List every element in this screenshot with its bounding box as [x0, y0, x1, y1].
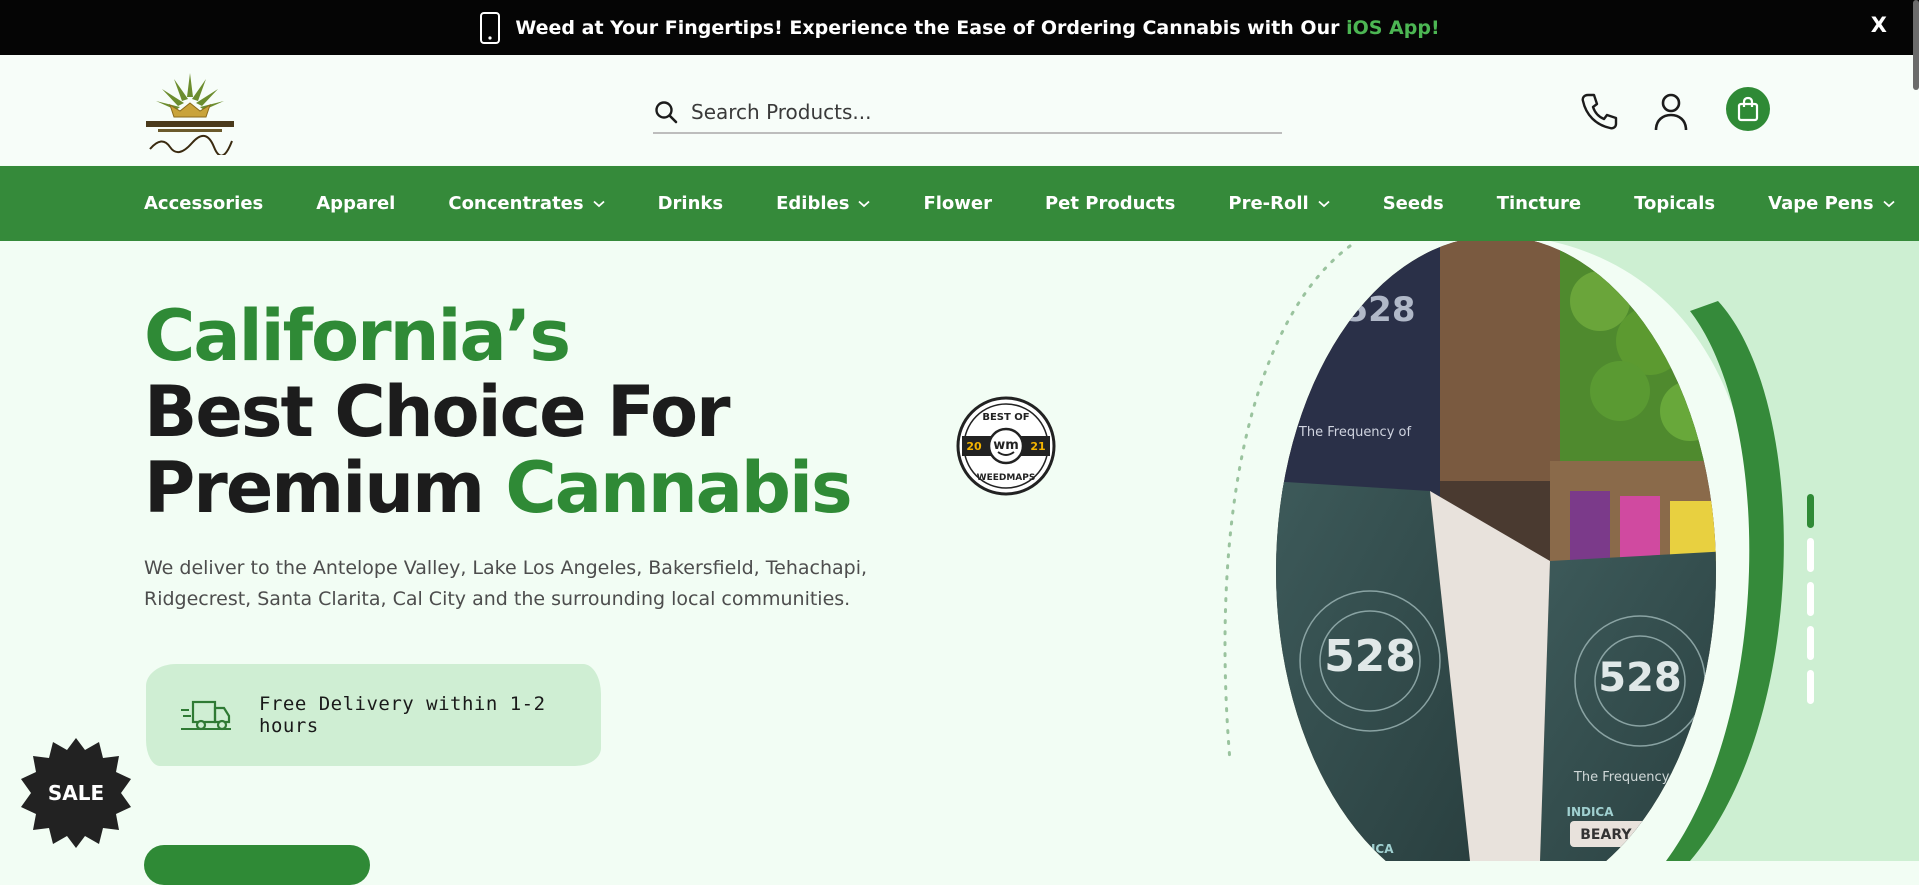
nav-item-label: Seeds: [1382, 193, 1444, 214]
hero-title-cannabis: Cannabis: [505, 447, 852, 529]
svg-text:INDICA: INDICA: [1566, 805, 1614, 819]
nav-item-tincture[interactable]: Tincture: [1497, 193, 1581, 214]
site-header: [0, 55, 1919, 165]
nav-item-label: Pet Products: [1044, 193, 1176, 214]
sale-starburst-icon[interactable]: [19, 736, 133, 850]
nav-item-drinks[interactable]: Drinks: [658, 193, 724, 214]
nav-item-concentrates[interactable]: Concentrates: [448, 193, 605, 214]
nav-item-flower[interactable]: Flower: [923, 193, 992, 214]
best-of-weedmaps-badge: BEST OF WEEDMAPS 20 21 wm: [956, 396, 1056, 496]
hero-title-line2: Best Choice For: [144, 371, 731, 453]
slide-dot-3[interactable]: [1807, 582, 1814, 616]
free-delivery-banner: Free Delivery within 1-2 hours: [146, 664, 601, 766]
nav-item-accessories[interactable]: Accessories: [144, 193, 263, 214]
announcement-text: Weed at Your Fingertips! Experience the …: [515, 16, 1340, 39]
nav-item-label: Accessories: [144, 193, 264, 214]
close-announcement-button[interactable]: X: [1865, 12, 1893, 38]
account-icon[interactable]: [1650, 90, 1692, 132]
hero-title: California’s Best Choice For Premium Can…: [144, 295, 853, 529]
chevron-down-icon: [858, 200, 871, 207]
svg-text:INDICA: INDICA: [1346, 842, 1394, 856]
nav-item-label: Concentrates: [448, 193, 584, 214]
nav-list: Accessories Apparel Concentrates Drinks Edib…: [144, 166, 1895, 241]
slide-dot-1[interactable]: [1807, 494, 1814, 528]
nav-item-pre-roll[interactable]: Pre-Roll: [1228, 193, 1330, 214]
slide-dot-2[interactable]: [1807, 538, 1814, 572]
search-icon[interactable]: [653, 99, 679, 125]
nav-item-label: Vape Pens: [1768, 193, 1874, 214]
svg-text:wm: wm: [993, 438, 1019, 453]
hero-title-line1: California’s: [144, 295, 571, 377]
shopping-bag-icon: [1737, 96, 1759, 122]
slide-dot-5[interactable]: [1807, 670, 1814, 704]
cart-button[interactable]: [1726, 87, 1770, 131]
royal-apothecary-logo[interactable]: [144, 69, 236, 157]
svg-text:21: 21: [1030, 440, 1045, 453]
nav-item-label: Topicals: [1634, 193, 1716, 214]
svg-text:528: 528: [1345, 290, 1416, 330]
search-input[interactable]: [689, 99, 1282, 125]
svg-text:The Frequency of: The Frequency of: [1298, 425, 1412, 440]
slide-dot-4[interactable]: [1807, 626, 1814, 660]
page-scrollbar[interactable]: [1913, 0, 1919, 90]
delivery-truck-icon: [181, 698, 231, 732]
svg-text:BEST OF: BEST OF: [982, 412, 1029, 423]
nav-item-label: Apparel: [316, 193, 396, 214]
nav-item-label: Flower: [923, 193, 992, 214]
main-nav: Accessories Apparel Concentrates Drinks Edib…: [0, 166, 1919, 241]
nav-item-label: Pre-Roll: [1228, 193, 1309, 214]
svg-text:20: 20: [966, 440, 982, 453]
phone-icon[interactable]: [1578, 90, 1620, 132]
slider-pagination: [1807, 494, 1814, 714]
hero-title-line3: Premium Cannabis: [144, 447, 853, 529]
svg-text:BEARY OG: BEARY OG: [1580, 827, 1660, 843]
nav-item-apparel[interactable]: Apparel: [316, 193, 395, 214]
nav-item-pet-products[interactable]: Pet Products: [1045, 193, 1175, 214]
svg-text:The Frequency of: The Frequency of: [1573, 770, 1687, 785]
search-bar: [653, 92, 1282, 134]
chevron-down-icon: [1882, 200, 1895, 207]
ios-app-link[interactable]: iOS App!: [1346, 17, 1440, 39]
nav-item-edibles[interactable]: Edibles: [776, 193, 871, 214]
chevron-down-icon: [1318, 200, 1330, 207]
hero-title-premium: Premium: [144, 447, 485, 529]
nav-item-label: Edibles: [776, 193, 850, 214]
svg-text:WEEDMAPS: WEEDMAPS: [977, 473, 1036, 483]
nav-item-seeds[interactable]: Seeds: [1383, 193, 1444, 214]
nav-item-label: Drinks: [657, 193, 724, 214]
svg-text:528: 528: [1324, 631, 1416, 682]
hero-description: We deliver to the Antelope Valley, Lake …: [144, 557, 868, 610]
shop-now-button[interactable]: [144, 845, 370, 885]
announcement-bar: Weed at Your Fingertips! Experience the …: [0, 0, 1919, 55]
svg-text:528: 528: [1598, 655, 1682, 701]
chevron-down-icon: [593, 200, 605, 207]
mobile-phone-icon: [479, 11, 501, 44]
nav-item-vape-pens[interactable]: Vape Pens: [1768, 193, 1895, 214]
nav-item-label: Tincture: [1496, 193, 1582, 214]
free-delivery-text: Free Delivery within 1-2 hours: [259, 693, 546, 737]
nav-item-topicals[interactable]: Topicals: [1634, 193, 1715, 214]
